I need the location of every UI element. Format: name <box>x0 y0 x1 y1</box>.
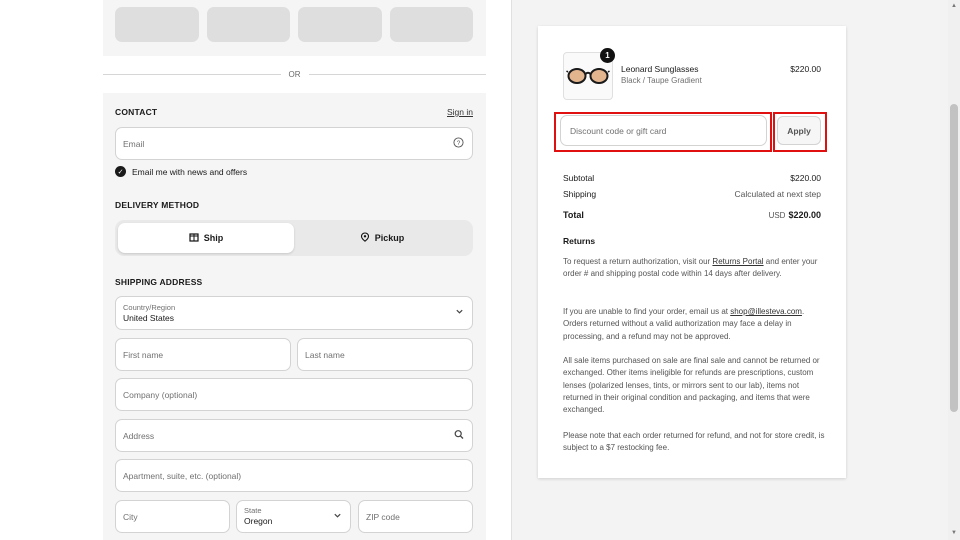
search-icon <box>454 429 464 442</box>
ship-label: Ship <box>203 233 224 243</box>
discount-placeholder: Discount code or gift card <box>570 125 667 136</box>
first-name-field[interactable]: First name <box>115 338 291 371</box>
shipping-row: Shipping Calculated at next step <box>563 189 821 199</box>
address-placeholder: Address <box>123 430 155 441</box>
or-text: OR <box>288 69 301 79</box>
quantity-badge: 1 <box>600 48 615 63</box>
total-currency: USD <box>768 211 786 220</box>
separator-line <box>103 73 281 75</box>
state-label: State <box>244 506 262 515</box>
product-price: $220.00 <box>790 64 821 74</box>
express-pay-button-1[interactable] <box>115 7 199 42</box>
returns-paragraph-3: All sale items purchased on sale are fin… <box>563 356 820 415</box>
pickup-option[interactable]: Pickup <box>294 223 470 253</box>
ship-option[interactable]: Ship <box>118 223 294 253</box>
country-label: Country/Region <box>123 302 176 312</box>
chevron-down-icon <box>333 511 342 523</box>
shipping-label: Shipping <box>563 189 597 199</box>
company-placeholder: Company (optional) <box>123 389 198 400</box>
zip-placeholder: ZIP code <box>366 511 400 522</box>
returns-p2-text: If you are unable to find your order, em… <box>563 307 731 316</box>
returns-p1-text: To request a return authorization, visit… <box>563 257 713 266</box>
returns-portal-link[interactable]: Returns Portal <box>712 257 763 266</box>
product-variant: Black / Taupe Gradient <box>621 76 702 85</box>
subtotal-value: $220.00 <box>790 173 821 183</box>
email-field[interactable]: Email ? <box>115 127 473 160</box>
company-field[interactable]: Company (optional) <box>115 378 473 411</box>
returns-title: Returns <box>563 236 596 246</box>
or-separator: OR <box>103 66 486 82</box>
newsletter-checkbox-row[interactable]: ✓ Email me with news and offers <box>115 166 247 177</box>
apartment-placeholder: Apartment, suite, etc. (optional) <box>123 470 242 481</box>
state-value: Oregon <box>244 516 273 526</box>
apply-button[interactable]: Apply <box>777 116 821 145</box>
subtotal-label: Subtotal <box>563 173 595 183</box>
country-select[interactable]: Country/Region United States <box>115 296 473 330</box>
first-name-placeholder: First name <box>123 349 164 360</box>
last-name-placeholder: Last name <box>305 349 345 360</box>
scroll-down-icon[interactable]: ▼ <box>950 530 958 536</box>
checkmark-icon[interactable]: ✓ <box>115 166 126 177</box>
product-name: Leonard Sunglasses <box>621 64 699 74</box>
zip-field[interactable]: ZIP code <box>358 500 473 533</box>
sunglasses-icon <box>566 68 610 84</box>
city-field[interactable]: City <box>115 500 230 533</box>
box-icon <box>189 232 199 244</box>
newsletter-label: Email me with news and offers <box>132 166 248 177</box>
support-email-link[interactable]: shop@illesteva.com <box>730 307 802 316</box>
delivery-method-title: DELIVERY METHOD <box>115 200 200 210</box>
email-placeholder: Email <box>123 138 145 149</box>
city-placeholder: City <box>123 511 138 522</box>
delivery-method-toggle: Ship Pickup <box>115 220 473 256</box>
chevron-down-icon <box>455 307 464 319</box>
returns-paragraph-2: If you are unable to find your order, em… <box>563 306 825 343</box>
state-select[interactable]: State Oregon <box>236 500 351 533</box>
subtotal-row: Subtotal $220.00 <box>563 173 821 183</box>
shipping-address-title: SHIPPING ADDRESS <box>115 277 203 287</box>
express-pay-button-4[interactable] <box>389 7 473 42</box>
help-circle-icon[interactable]: ? <box>453 136 464 151</box>
last-name-field[interactable]: Last name <box>297 338 473 371</box>
country-value: United States <box>123 312 175 323</box>
scroll-up-icon[interactable]: ▲ <box>950 3 958 9</box>
returns-paragraph-4: Please note that each order returned for… <box>563 431 825 453</box>
location-pin-icon <box>360 232 370 244</box>
total-amount: USD $220.00 <box>769 210 821 220</box>
scrollbar-thumb[interactable] <box>950 104 958 412</box>
apartment-field[interactable]: Apartment, suite, etc. (optional) <box>115 459 473 492</box>
discount-code-input[interactable]: Discount code or gift card <box>560 115 767 146</box>
contact-title: CONTACT <box>115 107 158 117</box>
express-checkout-row <box>115 7 473 42</box>
svg-text:?: ? <box>457 139 461 146</box>
shipping-value: Calculated at next step <box>734 189 821 199</box>
pickup-label: Pickup <box>374 233 405 243</box>
total-row: Total USD $220.00 <box>563 210 821 220</box>
sign-in-link[interactable]: Sign in <box>447 107 473 117</box>
express-pay-button-2[interactable] <box>206 7 290 42</box>
total-label: Total <box>563 210 584 220</box>
returns-paragraph-1: To request a return authorization, visit… <box>563 256 825 281</box>
total-value: $220.00 <box>788 210 821 220</box>
address-field[interactable]: Address <box>115 419 473 452</box>
separator-line <box>308 73 486 75</box>
express-pay-button-3[interactable] <box>298 7 382 42</box>
